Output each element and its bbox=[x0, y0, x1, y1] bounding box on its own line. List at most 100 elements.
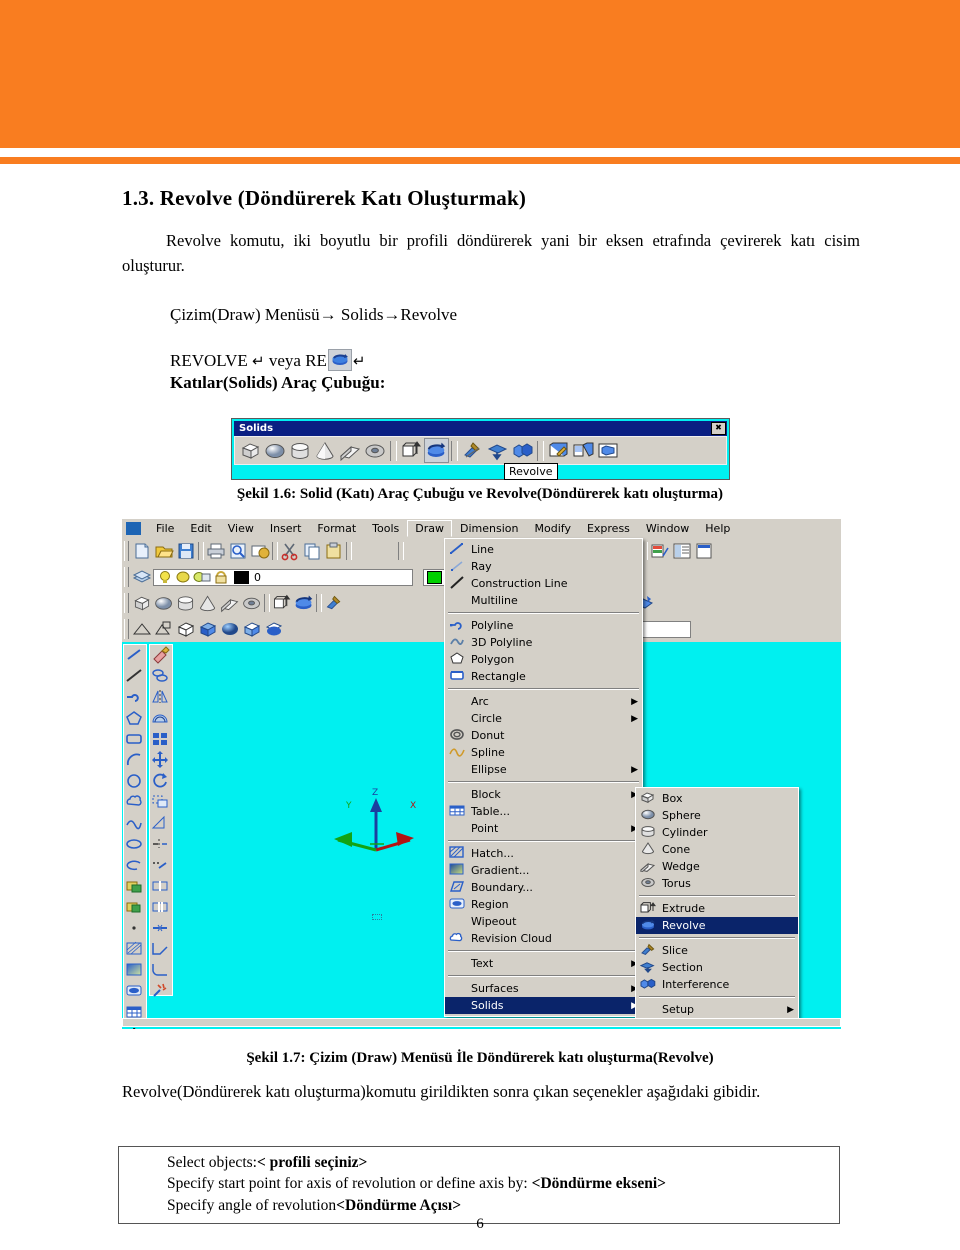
extrude-icon[interactable] bbox=[399, 438, 424, 463]
copy-object-icon[interactable] bbox=[150, 666, 172, 687]
layer-manager-icon[interactable] bbox=[131, 566, 153, 588]
autocad-app-icon[interactable] bbox=[126, 522, 141, 535]
publish-icon[interactable] bbox=[249, 540, 271, 562]
make-block-icon[interactable] bbox=[124, 897, 146, 918]
menu-item-3d-polyline[interactable]: 3D Polyline bbox=[445, 634, 642, 651]
section-icon[interactable] bbox=[485, 438, 510, 463]
menu-item-hatch[interactable]: Hatch... bbox=[445, 845, 642, 862]
revolve-icon[interactable] bbox=[424, 438, 449, 463]
toolbar-grip[interactable] bbox=[124, 619, 129, 639]
menu-item-revolve[interactable]: Revolve bbox=[636, 917, 798, 934]
menu-help[interactable]: Help bbox=[697, 520, 738, 537]
toolpalettes-icon[interactable] bbox=[693, 540, 715, 562]
stretch-icon[interactable] bbox=[150, 813, 172, 834]
cone-icon[interactable] bbox=[197, 592, 219, 614]
close-icon[interactable]: ✖ bbox=[711, 422, 726, 435]
gouraud-shaded-icon[interactable] bbox=[219, 618, 241, 640]
cone-icon[interactable] bbox=[313, 438, 338, 463]
scale-icon[interactable] bbox=[150, 792, 172, 813]
menu-item-line[interactable]: Line bbox=[445, 541, 642, 558]
menu-item-boundary[interactable]: Boundary... bbox=[445, 879, 642, 896]
menu-item-donut[interactable]: Donut bbox=[445, 727, 642, 744]
ellipse-arc-icon[interactable] bbox=[124, 855, 146, 876]
menu-file[interactable]: File bbox=[148, 520, 182, 537]
gradient-icon[interactable] bbox=[124, 960, 146, 981]
hidden-icon[interactable] bbox=[175, 618, 197, 640]
line-icon[interactable] bbox=[124, 645, 146, 666]
help-icon[interactable] bbox=[715, 540, 737, 562]
copy-icon[interactable] bbox=[301, 540, 323, 562]
revolve-icon[interactable] bbox=[293, 592, 315, 614]
box-icon[interactable] bbox=[238, 438, 263, 463]
undo-icon[interactable] bbox=[353, 540, 375, 562]
rectangle-icon[interactable] bbox=[124, 729, 146, 750]
menu-item-extrude[interactable]: Extrude bbox=[636, 900, 798, 917]
designcenter-icon[interactable] bbox=[671, 540, 693, 562]
sphere-icon[interactable] bbox=[153, 592, 175, 614]
slice-icon[interactable] bbox=[323, 592, 345, 614]
menu-item-section[interactable]: Section bbox=[636, 959, 798, 976]
offset-icon[interactable] bbox=[150, 708, 172, 729]
menu-item-surfaces[interactable]: Surfaces▶ bbox=[445, 980, 642, 997]
point-icon[interactable] bbox=[124, 918, 146, 939]
break-icon[interactable] bbox=[150, 897, 172, 918]
interference-icon[interactable] bbox=[510, 438, 535, 463]
toolbar-grip[interactable] bbox=[124, 567, 129, 587]
open-icon[interactable] bbox=[153, 540, 175, 562]
menu-item-sphere[interactable]: Sphere bbox=[636, 807, 798, 824]
gouraud-shaded-edges-icon[interactable] bbox=[263, 618, 285, 640]
menu-item-text[interactable]: Text▶ bbox=[445, 955, 642, 972]
toolbar-grip[interactable] bbox=[124, 593, 129, 613]
layer-combo[interactable]: 0 bbox=[153, 568, 413, 586]
menu-tools[interactable]: Tools bbox=[364, 520, 407, 537]
flat-shaded-icon[interactable] bbox=[197, 618, 219, 640]
menu-item-solids[interactable]: Solids▶ bbox=[445, 997, 642, 1014]
cut-icon[interactable] bbox=[279, 540, 301, 562]
menu-item-ellipse[interactable]: Ellipse ▶ bbox=[445, 761, 642, 778]
sphere-icon[interactable] bbox=[263, 438, 288, 463]
menu-item-multiline[interactable]: Multiline bbox=[445, 592, 642, 609]
torus-icon[interactable] bbox=[363, 438, 388, 463]
torus-icon[interactable] bbox=[241, 592, 263, 614]
menu-item-arc[interactable]: Arc ▶ bbox=[445, 693, 642, 710]
erase-icon[interactable] bbox=[150, 645, 172, 666]
setup-view-icon[interactable] bbox=[571, 438, 596, 463]
mirror-icon[interactable] bbox=[150, 687, 172, 708]
wedge-icon[interactable] bbox=[338, 438, 363, 463]
paste-icon[interactable] bbox=[323, 540, 345, 562]
menu-item-wipeout[interactable]: Wipeout bbox=[445, 913, 642, 930]
extrude-icon[interactable] bbox=[271, 592, 293, 614]
horizontal-scrollbar[interactable] bbox=[122, 1018, 841, 1027]
polyline-icon[interactable] bbox=[124, 687, 146, 708]
menu-insert[interactable]: Insert bbox=[262, 520, 310, 537]
break-at-point-icon[interactable] bbox=[150, 876, 172, 897]
draw-dropdown-menu[interactable]: Line Ray Construction Line Multiline Polylin… bbox=[444, 538, 643, 1017]
setup-profile-icon[interactable] bbox=[596, 438, 621, 463]
menu-window[interactable]: Window bbox=[638, 520, 697, 537]
menu-item-rectangle[interactable]: Rectangle bbox=[445, 668, 642, 685]
menu-item-interference[interactable]: Interference bbox=[636, 976, 798, 993]
explode-icon[interactable] bbox=[150, 981, 172, 1002]
insert-block-icon[interactable] bbox=[124, 876, 146, 897]
ellipse-icon[interactable] bbox=[124, 834, 146, 855]
join-icon[interactable] bbox=[150, 918, 172, 939]
menu-item-cylinder[interactable]: Cylinder bbox=[636, 824, 798, 841]
menu-item-revision-cloud[interactable]: Revision Cloud bbox=[445, 930, 642, 947]
menu-item-block[interactable]: Block▶ bbox=[445, 786, 642, 803]
3d-wireframe-icon[interactable] bbox=[153, 618, 175, 640]
box-icon[interactable] bbox=[131, 592, 153, 614]
slice-icon[interactable] bbox=[460, 438, 485, 463]
properties-icon[interactable] bbox=[649, 540, 671, 562]
menu-item-table[interactable]: Table... bbox=[445, 803, 642, 820]
construction-line-icon[interactable] bbox=[124, 666, 146, 687]
menu-item-wedge[interactable]: Wedge bbox=[636, 858, 798, 875]
menu-item-spline[interactable]: Spline bbox=[445, 744, 642, 761]
menu-item-cone[interactable]: Cone bbox=[636, 841, 798, 858]
extend-icon[interactable] bbox=[150, 855, 172, 876]
menu-view[interactable]: View bbox=[220, 520, 262, 537]
menu-item-setup[interactable]: Setup ▶ bbox=[636, 1001, 798, 1018]
cylinder-icon[interactable] bbox=[175, 592, 197, 614]
circle-icon[interactable] bbox=[124, 771, 146, 792]
flat-shaded-edges-icon[interactable] bbox=[241, 618, 263, 640]
revision-cloud-icon[interactable] bbox=[124, 792, 146, 813]
